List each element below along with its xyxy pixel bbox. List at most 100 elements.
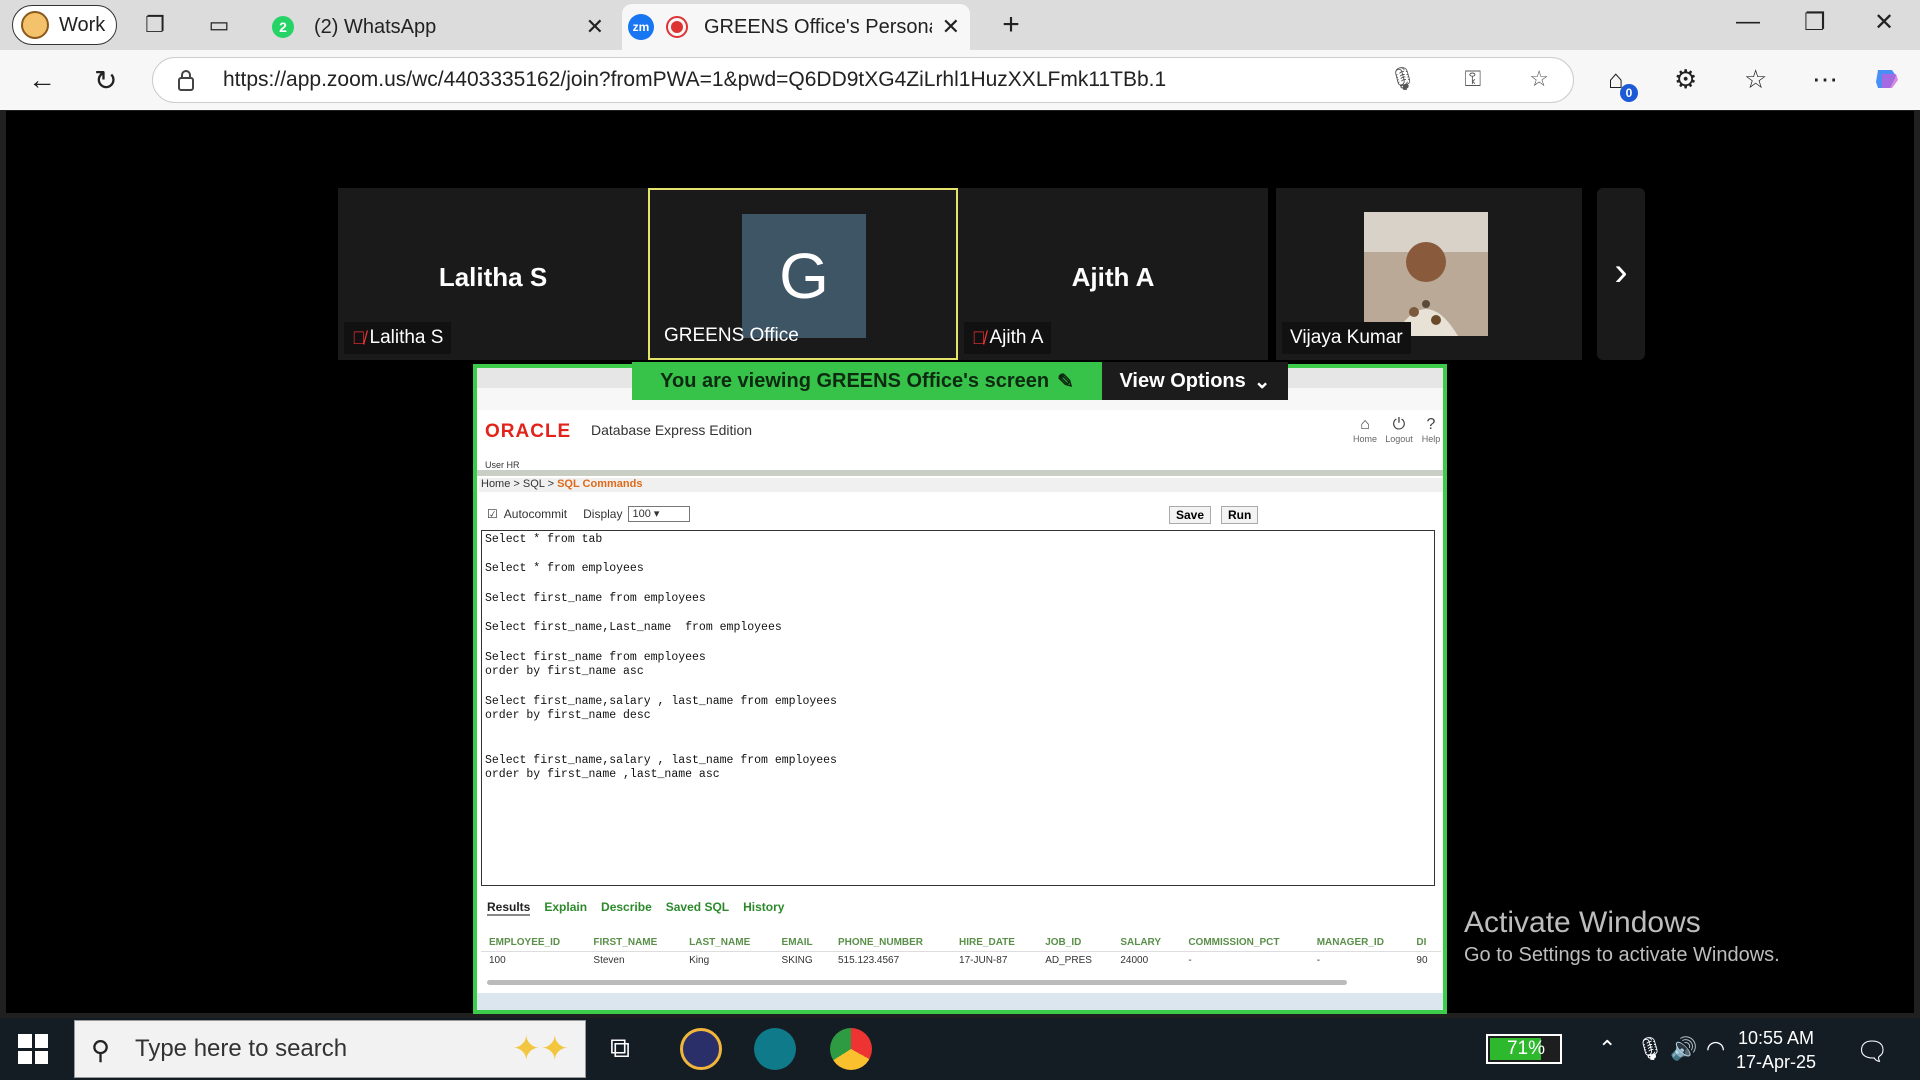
windows-start-icon[interactable] — [18, 1034, 48, 1064]
close-tab-icon[interactable]: ✕ — [942, 14, 960, 40]
workspaces-icon[interactable]: ❐ — [142, 12, 168, 38]
column-header[interactable]: EMAIL — [773, 934, 830, 952]
column-header[interactable]: EMPLOYEE_ID — [481, 934, 586, 952]
whatsapp-icon: 2 — [272, 16, 294, 38]
tab-results[interactable]: Results — [487, 900, 531, 916]
muted-mic-icon: 🎙̸ — [352, 327, 366, 348]
browser-toolbar: ← ↻ https://app.zoom.us/wc/4403335162/jo… — [0, 50, 1920, 110]
table-cell: Steven — [593, 955, 625, 966]
muted-mic-icon: 🎙̸ — [972, 327, 986, 348]
column-header[interactable]: PHONE_NUMBER — [830, 934, 952, 952]
sql-editor[interactable]: Select * from tab Select * from employee… — [481, 530, 1435, 886]
notifications-icon[interactable]: 🗨 — [1856, 1036, 1889, 1067]
chevron-down-icon: ⌄ — [1253, 370, 1271, 393]
extension-badge: 0 — [1620, 84, 1638, 102]
column-header[interactable]: FIRST_NAME — [585, 934, 682, 952]
search-placeholder: Type here to search — [135, 1035, 348, 1062]
watermark-title: Activate Windows — [1464, 906, 1701, 939]
clock[interactable]: 10:55 AM 17-Apr-25 — [1736, 1026, 1816, 1074]
nametag-text: Lalitha S — [369, 327, 444, 348]
tab-zoom-meeting[interactable]: zm GREENS Office's Personal Me ✕ — [622, 4, 970, 50]
minimize-icon[interactable]: — — [1736, 8, 1760, 36]
autocommit-checkbox[interactable]: ☑ — [487, 507, 498, 521]
logout-link[interactable]: ⏻ Logout — [1383, 416, 1415, 444]
help-link[interactable]: ? Help — [1415, 416, 1443, 444]
column-header[interactable]: LAST_NAME — [681, 934, 774, 952]
participant-tile-active-speaker[interactable]: G GREENS Office — [648, 188, 958, 360]
restore-icon[interactable]: ❐ — [1804, 8, 1826, 37]
more-icon[interactable]: ⋯ — [1812, 64, 1838, 95]
breadcrumb-sql[interactable]: SQL — [523, 478, 545, 490]
view-options-button[interactable]: View Options ⌄ — [1102, 362, 1288, 400]
table-header-row: EMPLOYEE_ID FIRST_NAME LAST_NAME EMAIL PHONE… — [481, 934, 1441, 952]
new-tab-icon[interactable]: + — [998, 10, 1024, 40]
volume-icon[interactable]: 🔊 — [1670, 1036, 1697, 1062]
tab-explain[interactable]: Explain — [544, 900, 587, 916]
wifi-icon[interactable]: ◠ — [1706, 1036, 1725, 1062]
horizontal-scrollbar[interactable] — [487, 980, 1347, 985]
close-window-icon[interactable]: ✕ — [1874, 8, 1894, 37]
participant-tile[interactable]: Vijaya Kumar — [1276, 188, 1582, 360]
table-row: 100 Steven King SKING 515.123.4567 17-JUN-87 A… — [481, 952, 1441, 970]
run-button[interactable]: Run — [1221, 506, 1259, 524]
result-tabs: Results Explain Describe Saved SQL Histo… — [487, 900, 784, 916]
task-view-icon[interactable]: ⧉ — [610, 1032, 630, 1065]
home-link[interactable]: ⌂ Home — [1349, 416, 1381, 444]
column-header[interactable]: HIRE_DATE — [951, 934, 1038, 952]
browser-tab-strip: Work ❐ ▭ 2 (2) WhatsApp ✕ zm GREENS Offi… — [0, 0, 1920, 50]
activate-windows-watermark: Activate Windows Go to Settings to activ… — [1464, 906, 1780, 967]
favorites-icon[interactable]: ☆ — [1744, 64, 1767, 95]
windows-taskbar: ⚲ Type here to search ✦✦ ⧉ 71% ⌃ 🎙 🔊 ◠ 1… — [0, 1018, 1920, 1080]
taskbar-search[interactable]: ⚲ Type here to search ✦✦ — [74, 1020, 586, 1078]
clock-time: 10:55 AM — [1737, 1028, 1815, 1048]
chrome-icon[interactable] — [830, 1028, 872, 1070]
save-button[interactable]: Save — [1169, 506, 1212, 524]
recording-icon — [666, 16, 688, 38]
breadcrumb-home[interactable]: Home — [481, 478, 510, 490]
tab-actions-icon[interactable]: ▭ — [206, 12, 232, 38]
column-header[interactable]: DI — [1408, 934, 1441, 952]
tab-history[interactable]: History — [743, 900, 784, 916]
breadcrumb: Home > SQL > SQL Commands — [479, 478, 1443, 492]
breadcrumb-separator: > — [547, 478, 555, 490]
favorite-star-icon[interactable]: ☆ — [1529, 66, 1549, 92]
home-label: Home — [1352, 434, 1377, 444]
column-header[interactable]: COMMISSION_PCT — [1180, 934, 1309, 952]
view-options-label: View Options — [1119, 369, 1246, 392]
extensions-puzzle-icon[interactable]: ⚙ — [1674, 64, 1697, 95]
oracle-logo: ORACLE — [485, 421, 572, 442]
participant-tile[interactable]: Lalitha S 🎙̸ Lalitha S — [338, 188, 648, 360]
column-header[interactable]: MANAGER_ID — [1308, 934, 1409, 952]
eclipse-icon[interactable] — [680, 1028, 722, 1070]
column-header[interactable]: JOB_ID — [1037, 934, 1113, 952]
refresh-icon[interactable]: ↻ — [94, 64, 117, 97]
url-text: https://app.zoom.us/wc/4403335162/join?f… — [223, 68, 1167, 91]
copilot-icon[interactable] — [1872, 64, 1902, 101]
shared-taskbar — [477, 993, 1443, 1010]
watermark-subtitle: Go to Settings to activate Windows. — [1464, 944, 1780, 966]
zoom-icon: zm — [628, 14, 654, 40]
profile-button[interactable]: Work — [12, 5, 117, 45]
help-label: Help — [1421, 434, 1441, 444]
microphone-icon[interactable]: 🎙 — [1636, 1036, 1664, 1062]
share-banner: You are viewing GREENS Office's screen ✎ — [632, 362, 1102, 400]
next-page-arrow[interactable]: › — [1597, 188, 1645, 360]
back-icon[interactable]: ← — [28, 64, 56, 96]
key-icon[interactable]: ⚿ — [1465, 66, 1482, 92]
display-select[interactable]: 100 ▾ — [628, 506, 691, 522]
participant-tile[interactable]: Ajith A 🎙̸ Ajith A — [958, 188, 1268, 360]
chevron-up-icon[interactable]: ⌃ — [1598, 1036, 1616, 1062]
close-tab-icon[interactable]: ✕ — [586, 14, 604, 40]
tab-title: (2) WhatsApp — [314, 15, 437, 38]
tab-whatsapp[interactable]: 2 (2) WhatsApp ✕ — [268, 4, 614, 50]
tab-describe[interactable]: Describe — [601, 900, 652, 916]
breadcrumb-separator: > — [513, 478, 520, 490]
participant-video — [1364, 212, 1488, 336]
column-header[interactable]: SALARY — [1112, 934, 1181, 952]
edge-icon[interactable] — [754, 1028, 796, 1070]
tab-saved-sql[interactable]: Saved SQL — [666, 900, 729, 916]
tab-title: GREENS Office's Personal Me — [704, 15, 932, 38]
microphone-icon[interactable]: 🎙 — [1389, 66, 1417, 92]
address-bar[interactable]: https://app.zoom.us/wc/4403335162/join?f… — [152, 57, 1574, 103]
battery-indicator[interactable]: 71% — [1486, 1034, 1562, 1064]
